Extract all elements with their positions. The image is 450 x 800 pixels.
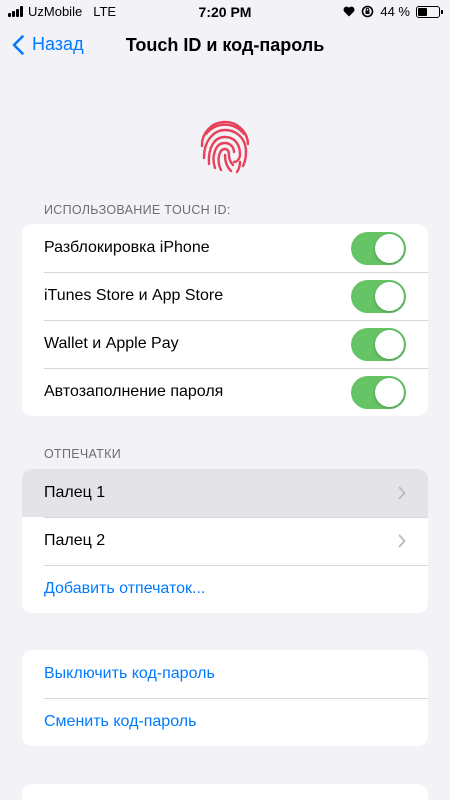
touch-id-group: Разблокировка iPhone iTunes Store и App … [22, 224, 428, 416]
turn-off-passcode-link[interactable]: Выключить код-пароль [44, 665, 428, 683]
add-fingerprint-row[interactable]: Добавить отпечаток... [22, 565, 428, 613]
toggle-knob [375, 378, 404, 407]
touch-id-row-itunes: iTunes Store и App Store [22, 272, 428, 320]
fingerprint-row-2[interactable]: Палец 2 [22, 517, 428, 565]
chevron-right-icon [398, 534, 406, 548]
unlock-iphone-toggle[interactable] [351, 232, 406, 265]
touch-id-section-header: ИСПОЛЬЗОВАНИЕ TOUCH ID: [44, 203, 231, 217]
passcode-group: Выключить код-пароль Сменить код-пароль [22, 650, 428, 746]
fingerprints-group: Палец 1 Палец 2 Добавить отпечаток... [22, 469, 428, 613]
battery-icon [416, 5, 443, 18]
battery-percent: 44 % [380, 4, 410, 19]
status-bar: UzMobile LTE 7:20 PM 44 % [0, 0, 450, 24]
touch-id-row-wallet: Wallet и Apple Pay [22, 320, 428, 368]
toggle-knob [375, 234, 404, 263]
page-title: Touch ID и код-пароль [125, 35, 325, 55]
battery-fill [418, 7, 427, 16]
password-autofill-toggle[interactable] [351, 376, 406, 409]
toggle-knob [375, 282, 404, 311]
touch-id-row-autofill: Автозаполнение пароля [22, 368, 428, 416]
add-fingerprint-link[interactable]: Добавить отпечаток... [44, 580, 428, 598]
next-settings-group [22, 784, 428, 800]
row-label: Палец 1 [44, 484, 106, 501]
touch-id-row-unlock: Разблокировка iPhone [22, 224, 428, 272]
toggle-knob [375, 330, 404, 359]
status-right: 44 % [343, 4, 443, 19]
fingerprint-row-1[interactable]: Палец 1 [22, 469, 428, 517]
itunes-app-store-toggle[interactable] [351, 280, 406, 313]
heart-icon [343, 6, 355, 17]
wallet-apple-pay-toggle[interactable] [351, 328, 406, 361]
change-passcode-link[interactable]: Сменить код-пароль [44, 713, 428, 731]
row-label: Палец 2 [44, 532, 106, 549]
change-passcode-row[interactable]: Сменить код-пароль [22, 698, 428, 746]
turn-off-passcode-row[interactable]: Выключить код-пароль [22, 650, 428, 698]
orientation-lock-icon [362, 5, 374, 18]
navigation-bar: Назад Touch ID и код-пароль [0, 24, 450, 68]
chevron-right-icon [398, 486, 406, 500]
fingerprint-icon [196, 118, 254, 176]
fingerprints-section-header: ОТПЕЧАТКИ [44, 447, 121, 461]
